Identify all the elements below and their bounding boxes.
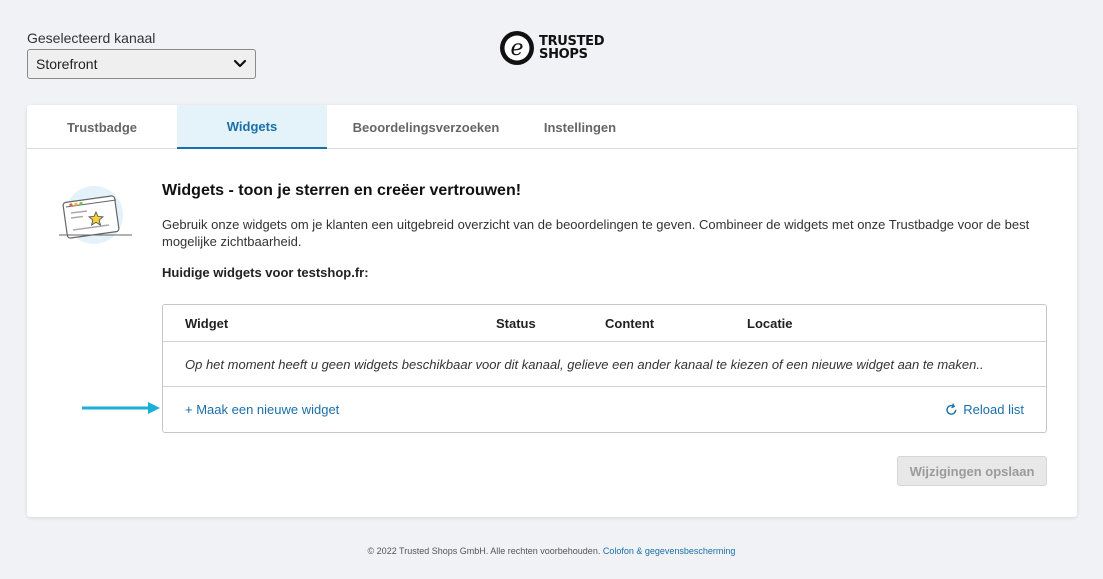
channel-select[interactable]: Storefront xyxy=(27,49,256,79)
tab-trustbadge[interactable]: Trustbadge xyxy=(27,105,177,149)
tab-bar: Trustbadge Widgets Beoordelingsverzoeken… xyxy=(27,105,1077,149)
copyright-text: © 2022 Trusted Shops GmbH. Alle rechten … xyxy=(367,546,601,556)
trusted-shops-e-icon: e xyxy=(500,31,534,65)
table-header: Widget Status Content Locatie xyxy=(163,305,1046,342)
create-widget-link[interactable]: + Maak een nieuwe widget xyxy=(185,402,339,417)
colofon-link[interactable]: Colofon & gegevensbescherming xyxy=(603,546,736,556)
reload-list-label: Reload list xyxy=(963,402,1024,417)
column-header-content: Content xyxy=(605,316,655,331)
pointer-arrow-icon xyxy=(82,402,160,414)
empty-table-message: Op het moment heeft u geen widgets besch… xyxy=(163,342,1046,387)
column-header-widget: Widget xyxy=(185,316,229,331)
save-changes-button[interactable]: Wijzigingen opslaan xyxy=(897,456,1047,486)
current-widgets-label: Huidige widgets voor testshop.fr: xyxy=(162,265,369,280)
widgets-description: Gebruik onze widgets om je klanten een u… xyxy=(162,217,1030,249)
trusted-shops-logo: e TRUSTED SHOPS xyxy=(498,29,605,67)
column-header-status: Status xyxy=(496,316,536,331)
page-title: Widgets - toon je sterren en creëer vert… xyxy=(162,182,522,199)
svg-text:e: e xyxy=(510,36,523,61)
page-footer: © 2022 Trusted Shops GmbH. Alle rechten … xyxy=(0,546,1103,556)
widgets-table: Widget Status Content Locatie Op het mom… xyxy=(162,304,1047,433)
main-card: Trustbadge Widgets Beoordelingsverzoeken… xyxy=(27,105,1077,517)
column-header-locatie: Locatie xyxy=(747,316,793,331)
table-footer: + Maak een nieuwe widget Reload list xyxy=(163,387,1046,432)
logo-text-line2: SHOPS xyxy=(539,47,588,62)
reload-icon xyxy=(946,403,957,415)
channel-label: Geselecteerd kanaal xyxy=(27,30,156,46)
widgets-intro: Widgets - toon je sterren en creëer vert… xyxy=(162,182,1047,280)
chevron-down-icon xyxy=(233,59,247,68)
reload-list-link[interactable]: Reload list xyxy=(945,402,1024,417)
channel-select-value: Storefront xyxy=(36,56,98,72)
widget-illustration-icon xyxy=(59,186,132,244)
tab-beoordelingsverzoeken[interactable]: Beoordelingsverzoeken xyxy=(327,105,525,149)
tab-widgets[interactable]: Widgets xyxy=(177,105,327,149)
tab-instellingen[interactable]: Instellingen xyxy=(505,105,655,149)
